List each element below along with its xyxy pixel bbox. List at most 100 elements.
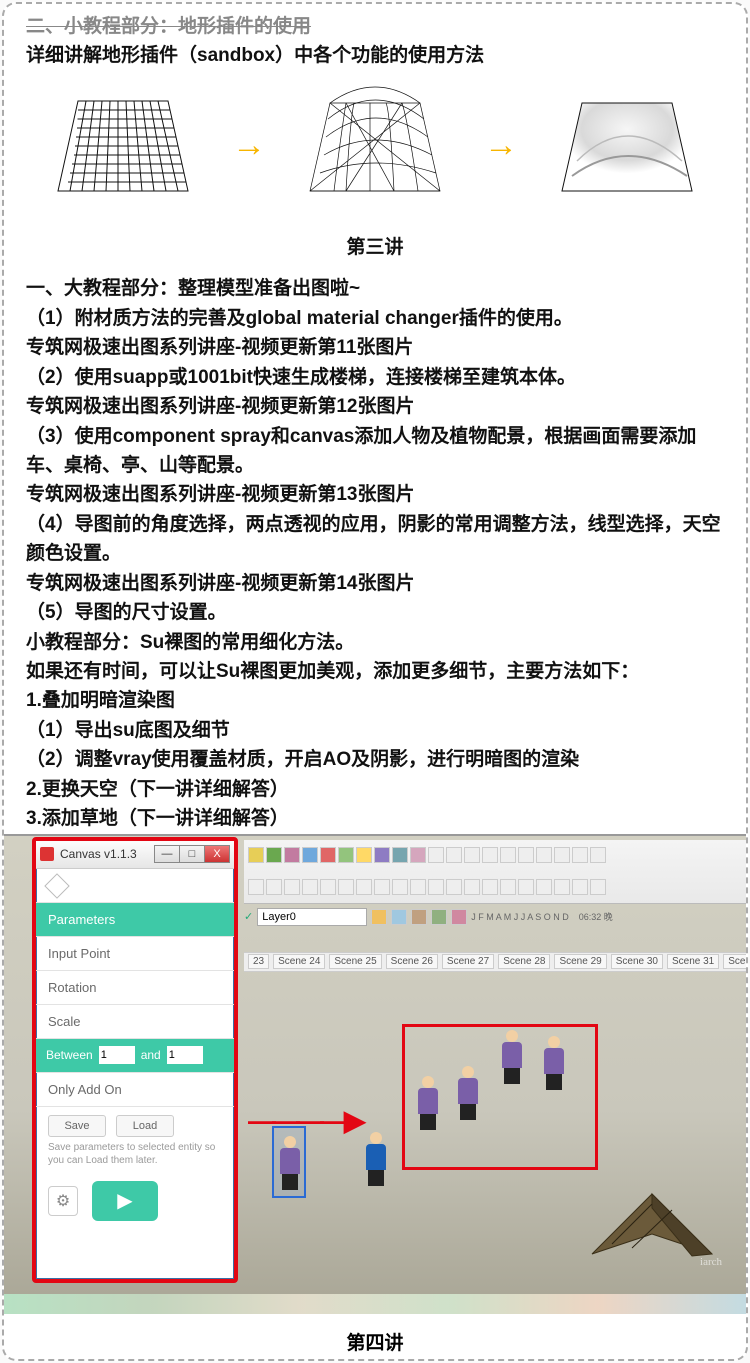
- between-row: Between and: [36, 1039, 234, 1073]
- tool-icon[interactable]: [338, 879, 354, 895]
- para: （3）使用component spray和canvas添加人物及植物配景，根据画…: [26, 422, 724, 481]
- tool-icon[interactable]: [302, 847, 318, 863]
- canvas-plugin-window[interactable]: Canvas v1.1.3 — □ X Parameters Input Poi…: [32, 837, 238, 1283]
- tool-icon[interactable]: [536, 879, 552, 895]
- person-figure: [414, 1076, 442, 1130]
- between-input-1[interactable]: [99, 1046, 135, 1064]
- between-and: and: [141, 1048, 161, 1062]
- canvas-titlebar[interactable]: Canvas v1.1.3 — □ X: [36, 841, 234, 869]
- tool-icon[interactable]: [374, 879, 390, 895]
- tool-icon[interactable]: [464, 847, 480, 863]
- para: 专筑网极速出图系列讲座-视频更新第13张图片: [26, 480, 724, 509]
- window-close-button[interactable]: X: [204, 845, 230, 863]
- tool-icon[interactable]: [590, 879, 606, 895]
- tool-icon[interactable]: [266, 879, 282, 895]
- cube-icon[interactable]: [411, 909, 427, 925]
- tool-icon[interactable]: [536, 847, 552, 863]
- layer-selector-row: ✓ Layer0 J F M A M J J A S O N D 06:32 晚: [244, 906, 613, 928]
- tool-icon[interactable]: [554, 879, 570, 895]
- tool-icon[interactable]: [464, 879, 480, 895]
- save-load-row: Save Load: [36, 1107, 234, 1141]
- tool-icon[interactable]: [518, 879, 534, 895]
- layer-dropdown[interactable]: Layer0: [257, 908, 367, 926]
- between-label: Between: [46, 1048, 93, 1062]
- tool-icon[interactable]: [284, 847, 300, 863]
- tool-icon[interactable]: [302, 879, 318, 895]
- tool-icon[interactable]: [392, 879, 408, 895]
- lecture-4-title: 第四讲: [4, 1314, 746, 1359]
- toolbar-row-2: [244, 871, 746, 903]
- tool-icon[interactable]: [248, 879, 264, 895]
- terrain-figure-row: → →: [4, 71, 746, 217]
- scene-tab[interactable]: Scene 26: [386, 954, 438, 969]
- scene-tab[interactable]: Scene 27: [442, 954, 494, 969]
- tool-icon[interactable]: [428, 879, 444, 895]
- gear-icon[interactable]: ⚙: [48, 1186, 78, 1216]
- terrain-deformed-wire: [290, 81, 460, 211]
- tool-icon[interactable]: [572, 879, 588, 895]
- menu-parameters[interactable]: Parameters: [36, 903, 234, 937]
- tool-icon[interactable]: [356, 879, 372, 895]
- scene-tab[interactable]: Scene 32: [723, 954, 746, 969]
- tool-icon[interactable]: [590, 847, 606, 863]
- tool-icon[interactable]: [284, 879, 300, 895]
- para: 专筑网极速出图系列讲座-视频更新第14张图片: [26, 569, 724, 598]
- tool-icon[interactable]: [518, 847, 534, 863]
- tool-icon[interactable]: [410, 847, 426, 863]
- window-maximize-button[interactable]: □: [179, 845, 205, 863]
- terrain-smooth-shaded: [542, 81, 712, 211]
- para: 1.叠加明暗渲染图: [26, 686, 724, 715]
- between-input-2[interactable]: [167, 1046, 203, 1064]
- save-button[interactable]: Save: [48, 1115, 106, 1137]
- menu-scale[interactable]: Scale: [36, 1005, 234, 1039]
- tool-icon[interactable]: [266, 847, 282, 863]
- scene-tab[interactable]: Scene 30: [611, 954, 663, 969]
- menu-rotation[interactable]: Rotation: [36, 971, 234, 1005]
- tool-icon[interactable]: [338, 847, 354, 863]
- scene-tab[interactable]: 23: [248, 954, 269, 969]
- tool-icon[interactable]: [374, 847, 390, 863]
- para: 小教程部分：Su裸图的常用细化方法。: [26, 628, 724, 657]
- tool-icon[interactable]: [572, 847, 588, 863]
- diamond-icon[interactable]: [44, 873, 69, 898]
- tool-icon[interactable]: [428, 847, 444, 863]
- para: 专筑网极速出图系列讲座-视频更新第11张图片: [26, 333, 724, 362]
- layer-check-icon: ✓: [244, 910, 253, 923]
- tool-icon[interactable]: [446, 847, 462, 863]
- window-minimize-button[interactable]: —: [154, 845, 180, 863]
- menu-input-point[interactable]: Input Point: [36, 937, 234, 971]
- tool-icon[interactable]: [356, 847, 372, 863]
- tool-icon[interactable]: [500, 847, 516, 863]
- load-button[interactable]: Load: [116, 1115, 174, 1137]
- tool-icon[interactable]: [500, 879, 516, 895]
- para: （2）使用suapp或1001bit快速生成楼梯，连接楼梯至建筑本体。: [26, 363, 724, 392]
- scene-tab[interactable]: Scene 28: [498, 954, 550, 969]
- tool-icon[interactable]: [482, 847, 498, 863]
- tool-icon[interactable]: [392, 847, 408, 863]
- cube-icon[interactable]: [451, 909, 467, 925]
- scene-tab[interactable]: Scene 31: [667, 954, 719, 969]
- cube-icon[interactable]: [391, 909, 407, 925]
- person-figure-selected[interactable]: [276, 1136, 304, 1190]
- person-figure-blue: [362, 1132, 390, 1186]
- tool-icon[interactable]: [482, 879, 498, 895]
- menu-only-add-on[interactable]: Only Add On: [36, 1073, 234, 1107]
- heading-sandbox-intro: 详细讲解地形插件（sandbox）中各个功能的使用方法: [26, 41, 724, 70]
- toolbar-row-1: [244, 840, 746, 872]
- tool-icon[interactable]: [248, 847, 264, 863]
- tool-icon[interactable]: [446, 879, 462, 895]
- cube-icon[interactable]: [431, 909, 447, 925]
- tool-icon[interactable]: [410, 879, 426, 895]
- person-figure: [498, 1030, 526, 1084]
- tool-icon[interactable]: [320, 847, 336, 863]
- tool-icon[interactable]: [554, 847, 570, 863]
- scene-tab[interactable]: Scene 29: [554, 954, 606, 969]
- play-button[interactable]: ▶: [92, 1181, 158, 1221]
- para: 2.更换天空（下一讲详细解答）: [26, 775, 724, 804]
- tool-icon[interactable]: [320, 879, 336, 895]
- cube-icon[interactable]: [371, 909, 387, 925]
- scene-tab[interactable]: Scene 25: [329, 954, 381, 969]
- document-body: 二、小教程部分：地形插件的使用 详细讲解地形插件（sandbox）中各个功能的使…: [4, 4, 746, 71]
- scene-tabs: 23 Scene 24 Scene 25 Scene 26 Scene 27 S…: [244, 952, 746, 972]
- scene-tab[interactable]: Scene 24: [273, 954, 325, 969]
